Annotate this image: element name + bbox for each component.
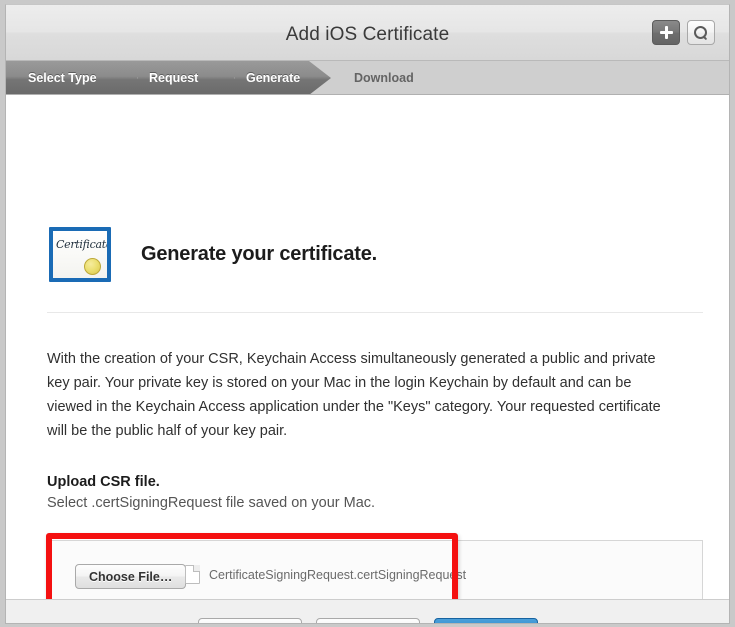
search-icon: [694, 25, 708, 40]
selected-file-name: CertificateSigningRequest.certSigningReq…: [209, 568, 467, 582]
titlebar-actions: [652, 20, 715, 45]
section-divider: [47, 312, 703, 313]
step-select-type[interactable]: Select Type: [28, 61, 97, 94]
page-title: Add iOS Certificate: [285, 24, 450, 45]
certificate-icon: Certificate: [49, 227, 111, 282]
back-button[interactable]: Back: [315, 617, 420, 623]
add-button[interactable]: [652, 20, 680, 45]
search-button[interactable]: [687, 20, 715, 45]
window-titlebar: Add iOS Certificate: [6, 5, 729, 61]
content-heading: Generate your certificate.: [141, 243, 378, 265]
upload-section-subtitle: Select .certSigningRequest file saved on…: [47, 495, 376, 511]
generate-button[interactable]: Generate: [433, 617, 538, 623]
step-request[interactable]: Request: [149, 61, 198, 94]
upload-section-title: Upload CSR file.: [47, 474, 160, 490]
certificate-icon-label: Certificate: [56, 237, 107, 252]
step-breadcrumb: Select Type Request Generate Download: [6, 61, 729, 95]
document-icon: [185, 565, 200, 584]
cancel-button[interactable]: Cancel: [197, 617, 302, 623]
certificate-icon-face: Certificate: [53, 231, 107, 278]
choose-file-button[interactable]: Choose File…: [75, 564, 187, 589]
add-ios-certificate-window: Add iOS Certificate Select Type Request …: [5, 4, 730, 624]
intro-paragraph: With the creation of your CSR, Keychain …: [47, 351, 661, 439]
step-download[interactable]: Download: [354, 61, 414, 94]
plus-icon: [659, 26, 673, 39]
certificate-seal-icon: [84, 258, 101, 275]
step-generate[interactable]: Generate: [246, 61, 300, 94]
main-content: Certificate Generate your certificate. W…: [6, 95, 729, 617]
dialog-footer: Cancel Back Generate: [6, 599, 729, 623]
